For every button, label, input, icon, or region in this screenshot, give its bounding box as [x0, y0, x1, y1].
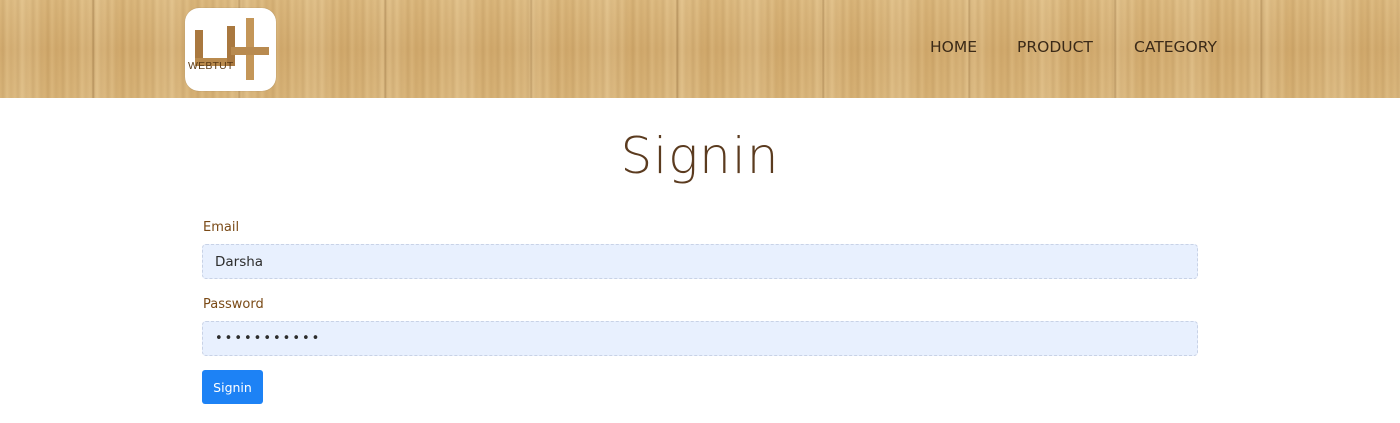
site-logo[interactable]: WEBTUT — [185, 8, 276, 91]
nav-category-link[interactable]: CATEGORY — [1134, 38, 1217, 62]
site-header: WEBTUT HOME PRODUCT CATEGORY — [0, 0, 1400, 98]
nav-home-link[interactable]: HOME — [930, 38, 977, 62]
email-label: Email — [203, 220, 240, 235]
email-field[interactable] — [202, 244, 1198, 279]
password-label: Password — [203, 297, 264, 312]
page-title: Signin — [620, 127, 780, 185]
logo-text: WEBTUT — [188, 60, 234, 72]
signin-button[interactable]: Signin — [202, 370, 263, 404]
password-field[interactable] — [202, 321, 1198, 356]
nav-product-link[interactable]: PRODUCT — [1017, 38, 1093, 62]
webtut-logo-icon — [195, 18, 269, 80]
